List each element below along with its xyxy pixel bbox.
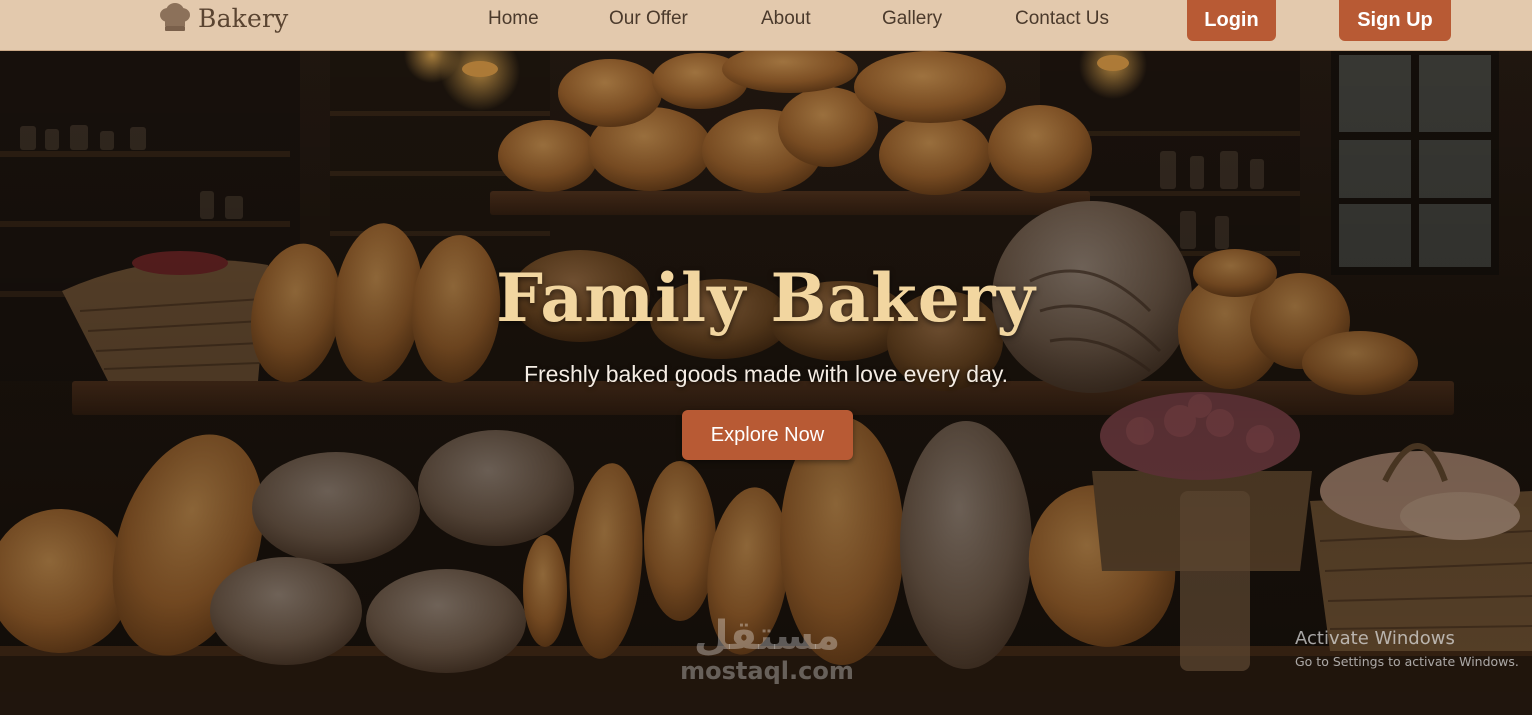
nav-link-contact-us[interactable]: Contact Us xyxy=(1015,8,1109,30)
watermark-arabic: مستقل xyxy=(693,613,841,659)
watermark-latin: mostaql.com xyxy=(680,657,854,685)
main-navigation: Home Our Offer About Gallery Contact Us xyxy=(0,0,1532,40)
hero-title: Family Bakery xyxy=(496,259,1036,337)
nav-link-about[interactable]: About xyxy=(761,8,811,30)
nav-link-home[interactable]: Home xyxy=(488,8,539,30)
nav-link-our-offer[interactable]: Our Offer xyxy=(609,8,688,30)
activate-windows-title: Activate Windows xyxy=(1295,628,1455,649)
login-button[interactable]: Login xyxy=(1187,0,1276,41)
top-navbar: Bakery Home Our Offer About Gallery Cont… xyxy=(0,0,1532,51)
explore-now-button[interactable]: Explore Now xyxy=(682,410,853,460)
nav-link-gallery[interactable]: Gallery xyxy=(882,8,942,30)
hero-subtitle: Freshly baked goods made with love every… xyxy=(523,361,1009,387)
activate-windows-overlay: Activate Windows Go to Settings to activ… xyxy=(1295,628,1519,670)
signup-button[interactable]: Sign Up xyxy=(1339,0,1451,41)
page: Bakery Home Our Offer About Gallery Cont… xyxy=(0,0,1532,715)
activate-windows-subtitle: Go to Settings to activate Windows. xyxy=(1295,654,1519,669)
mostaql-watermark: مستقل mostaql.com xyxy=(672,614,862,684)
